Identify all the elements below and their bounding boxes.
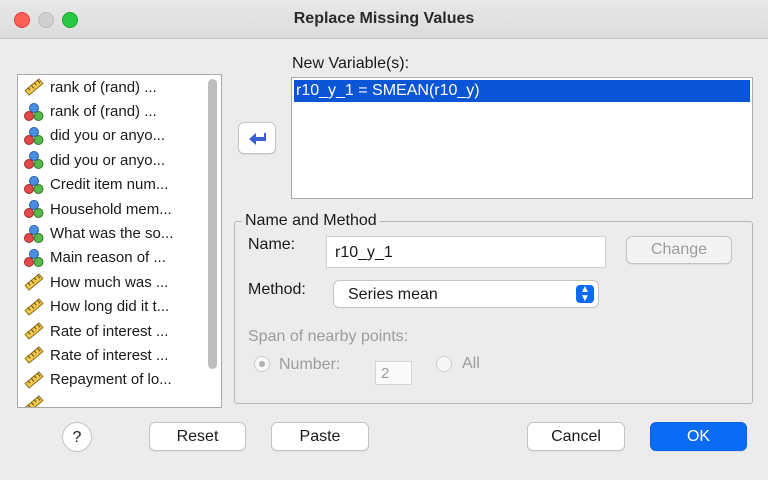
scale-ruler-icon [24, 77, 44, 97]
variable-list-item[interactable]: did you or anyo... [18, 124, 221, 148]
variable-list-item[interactable]: Rate of interest ... [18, 343, 221, 367]
variable-list-item[interactable]: How much was ... [18, 270, 221, 294]
name-method-group-title: Name and Method [242, 212, 380, 230]
variable-label: Main reason of ... [50, 249, 166, 267]
method-select[interactable]: Series mean ▲ ▼ [333, 280, 599, 308]
variable-label: did you or anyo... [50, 127, 166, 145]
number-label: Number: [279, 356, 341, 373]
variable-list-item[interactable]: How long did it t... [18, 295, 221, 319]
cancel-button[interactable]: Cancel [527, 422, 625, 451]
variable-label: How much was ... [50, 273, 169, 291]
variable-label: What was the so... [50, 225, 174, 243]
new-variable-item[interactable]: r10_y_1 = SMEAN(r10_y) [294, 80, 750, 102]
method-label: Method: [248, 281, 306, 298]
variable-label: Credit item num... [50, 176, 169, 194]
variable-list-item[interactable]: Household mem... [18, 197, 221, 221]
new-variables-label: New Variable(s): [292, 55, 410, 72]
variable-label: rank of (rand) ... [50, 103, 157, 121]
variable-list-item[interactable]: rank of (rand) ... [18, 99, 221, 123]
variable-label: Repayment of lo... [50, 371, 172, 389]
name-label: Name: [248, 236, 296, 253]
name-input[interactable]: r10_y_1 [326, 236, 606, 268]
variable-list-item[interactable]: Repayment of lo... [18, 368, 221, 392]
nominal-balls-icon [24, 126, 44, 146]
new-variables-list[interactable]: r10_y_1 = SMEAN(r10_y) [291, 77, 753, 199]
source-variable-list[interactable]: rank of (rand) ... rank of (rand) ... did … [17, 74, 222, 408]
title-bar: Replace Missing Values [0, 0, 768, 39]
method-select-value: Series mean [348, 286, 438, 303]
variable-list-item[interactable]: did you or anyo... [18, 148, 221, 172]
scale-ruler-icon [24, 321, 44, 341]
nominal-balls-icon [24, 224, 44, 244]
chevron-updown-icon: ▲ ▼ [576, 285, 594, 304]
nominal-balls-icon [24, 102, 44, 122]
scale-ruler-icon [24, 345, 44, 365]
nominal-balls-icon [24, 248, 44, 268]
ok-button[interactable]: OK [650, 422, 747, 451]
scale-ruler-icon [24, 394, 44, 407]
arrow-left-icon [249, 133, 266, 145]
nominal-balls-icon [24, 199, 44, 219]
window-title: Replace Missing Values [293, 10, 475, 27]
scale-ruler-icon [24, 370, 44, 390]
variable-label: Rate of interest ... [50, 322, 169, 340]
variable-label: How long did it t... [50, 298, 170, 316]
scale-ruler-icon [24, 272, 44, 292]
nominal-balls-icon [24, 175, 44, 195]
variable-list-item[interactable]: Main reason of ... [18, 246, 221, 270]
number-radio[interactable] [254, 356, 270, 372]
help-button[interactable]: ? [62, 422, 92, 452]
variable-label: did you or anyo... [50, 151, 166, 169]
span-label: Span of nearby points: [248, 328, 409, 345]
variable-list-scrollbar[interactable] [208, 79, 217, 369]
variable-label: rank of (rand) ... [50, 78, 157, 96]
variable-list-item[interactable]: What was the so... [18, 221, 221, 245]
change-button[interactable]: Change [626, 236, 732, 264]
all-radio[interactable] [436, 356, 452, 372]
variable-list-item[interactable]: rank of (rand) ... [18, 75, 221, 99]
number-input[interactable]: 2 [375, 361, 412, 385]
variable-list-item[interactable]: Credit item num... [18, 173, 221, 197]
reset-button[interactable]: Reset [149, 422, 246, 451]
move-variable-button[interactable] [238, 122, 276, 154]
variable-label: Household mem... [50, 200, 172, 218]
paste-button[interactable]: Paste [271, 422, 369, 451]
variable-list-item[interactable] [18, 392, 221, 407]
variable-list-item[interactable]: Rate of interest ... [18, 319, 221, 343]
scale-ruler-icon [24, 297, 44, 317]
variable-label: Rate of interest ... [50, 346, 169, 364]
all-label: All [462, 355, 480, 372]
nominal-balls-icon [24, 150, 44, 170]
